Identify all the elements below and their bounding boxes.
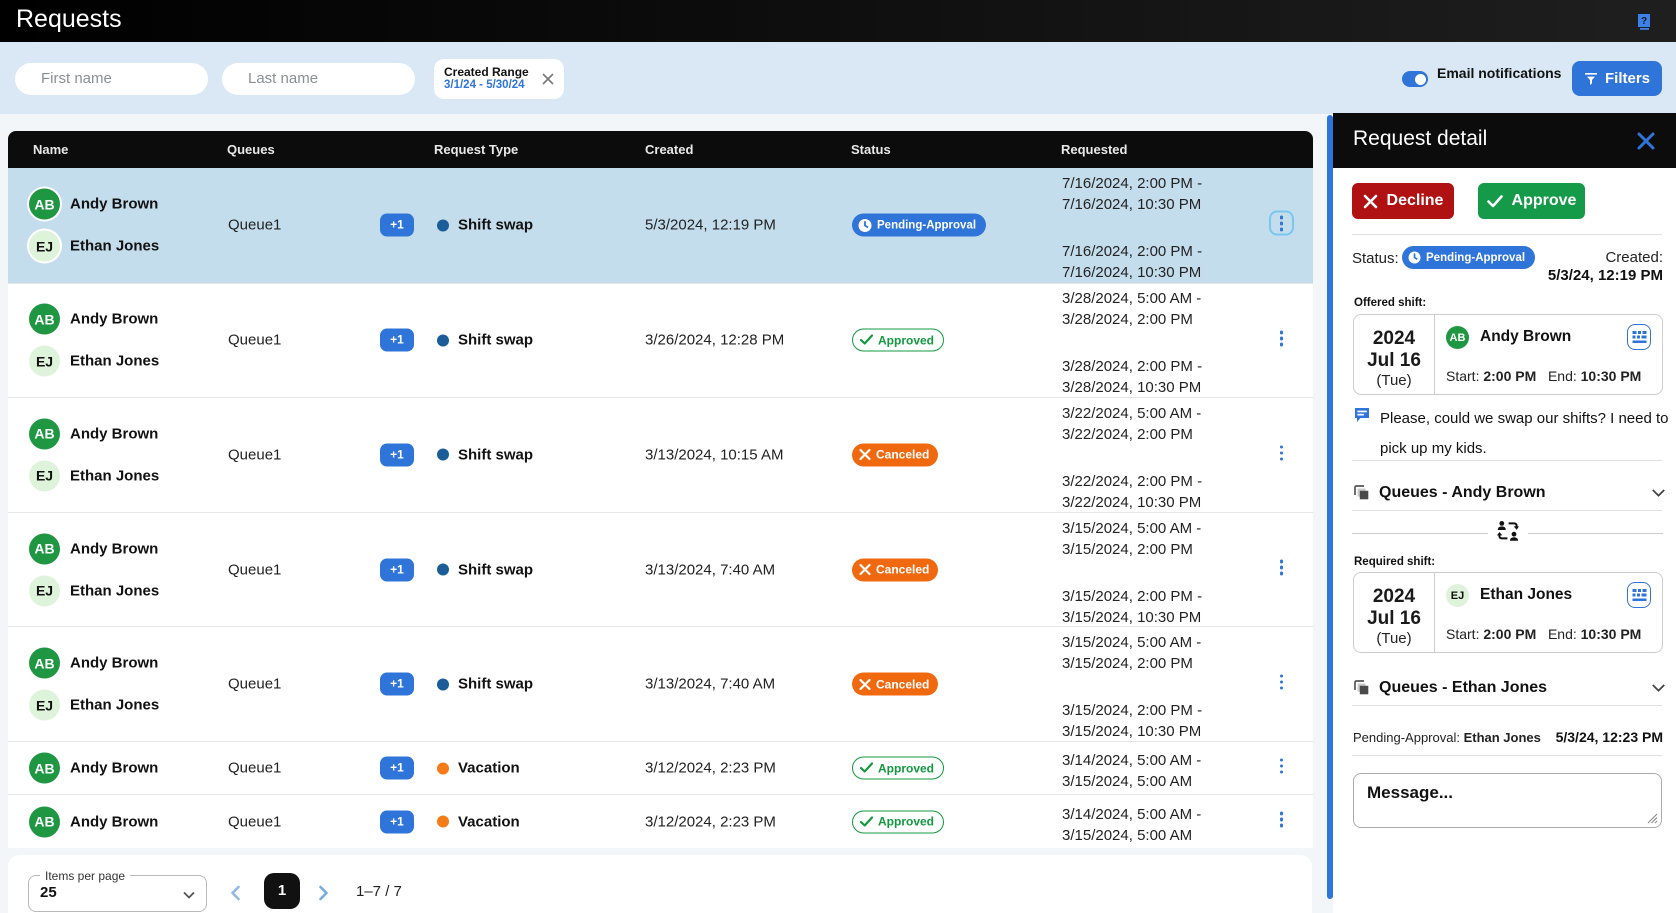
svg-text:?: ? [1641, 16, 1647, 27]
